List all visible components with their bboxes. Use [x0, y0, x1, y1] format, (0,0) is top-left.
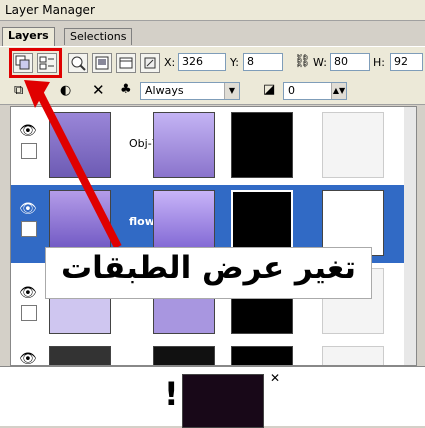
annotation-callout: تغير عرض الطبقات: [45, 247, 372, 299]
annotation-text: تغير عرض الطبقات: [60, 250, 357, 286]
arrow-annotation: [24, 80, 122, 249]
